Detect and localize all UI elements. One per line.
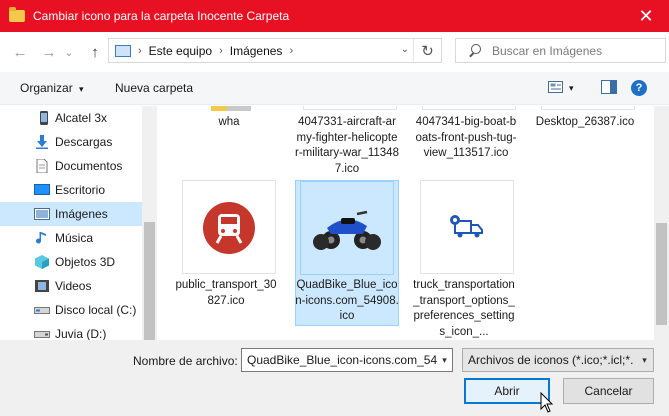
refresh-button[interactable]: ↻ (413, 39, 441, 62)
window-title: Cambiar icono para la carpeta Inocente C… (33, 9, 290, 23)
forward-button[interactable]: → (37, 40, 61, 64)
chevron-down-icon: ▾ (79, 84, 84, 94)
open-button[interactable]: Abrir (464, 378, 550, 404)
train-icon (203, 202, 255, 254)
file-list-scrollbar-thumb[interactable] (656, 223, 667, 325)
new-folder-button[interactable]: Nueva carpeta (115, 81, 193, 95)
sidebar-item-videos[interactable]: Videos (0, 274, 142, 298)
breadcrumb-separator: › (289, 44, 294, 57)
help-button[interactable]: ? (631, 80, 647, 96)
file-thumbnail (422, 106, 516, 110)
file-name: QuadBike_Blue_icon-icons.com_54908.ico (295, 279, 399, 322)
filename-dropdown-button[interactable]: ▾ (437, 349, 452, 371)
video-icon (35, 280, 49, 292)
breadcrumb-separator: › (138, 44, 142, 57)
file-thumbnail (182, 180, 276, 274)
help-icon: ? (631, 80, 647, 96)
sidebar-item-label: Juvia (D:) (55, 327, 107, 340)
sidebar-item-label: Objetos 3D (55, 255, 116, 269)
sidebar-item-escritorio[interactable]: Escritorio (0, 178, 142, 202)
sidebar-item-label: Videos (55, 279, 92, 293)
address-bar[interactable]: › Este equipo › Imágenes › ⌄ ↻ (108, 38, 442, 63)
file-name: 4047341-big-boat-boats-front-push-tug-vi… (415, 116, 517, 159)
file-item[interactable]: truck_transportation_transport_options_p… (412, 180, 516, 338)
computer-icon (115, 44, 131, 57)
file-name: 4047331-aircraft-army-fighter-helicopter… (295, 116, 399, 175)
command-bar: Organizar ▾ Nueva carpeta ▾ ? (0, 72, 669, 105)
filename-label: Nombre de archivo: (133, 354, 238, 368)
address-dropdown-button[interactable]: ⌄ (401, 44, 409, 55)
sidebar-item-label: Descargas (55, 135, 113, 149)
pictures-icon (34, 208, 50, 220)
navigation-pane: Alcatel 3x Descargas Documentos Escritor… (0, 106, 157, 340)
sidebar-item-label: Disco local (C:) (55, 303, 137, 317)
sidebar-item-documentos[interactable]: Documentos (0, 154, 142, 178)
file-item[interactable]: 4047341-big-boat-boats-front-push-tug-vi… (414, 106, 518, 178)
sidebar-scrollbar-thumb[interactable] (144, 222, 155, 340)
cancel-button[interactable]: Cancelar (563, 378, 654, 404)
breadcrumb-este-equipo[interactable]: Este equipo (149, 44, 212, 58)
organize-button[interactable]: Organizar ▾ (20, 81, 84, 95)
search-input[interactable]: Buscar en Imágenes (455, 38, 666, 63)
phone-icon (40, 111, 48, 125)
sidebar-item-label: Escritorio (55, 183, 106, 197)
download-icon (36, 135, 48, 149)
file-thumbnail (541, 106, 635, 110)
recent-locations-button[interactable]: ⌄ (62, 40, 76, 64)
truck-settings-icon (450, 215, 483, 238)
back-button[interactable]: ← (8, 40, 32, 64)
sidebar-item-objetos-3d[interactable]: Objetos 3D (0, 250, 142, 274)
file-name: public_transport_30827.ico (175, 279, 277, 307)
cube-icon (35, 255, 49, 269)
sidebar-item-imagenes[interactable]: Imágenes (0, 202, 142, 226)
file-list: wha 4047331-aircraft-army-fighter-helico… (157, 106, 654, 340)
file-name: truck_transportation_transport_options_p… (413, 279, 515, 338)
search-placeholder: Buscar en Imágenes (492, 43, 603, 58)
file-thumbnail (420, 180, 514, 274)
up-button[interactable]: ↑ (83, 40, 107, 64)
file-item[interactable]: 4047331-aircraft-army-fighter-helicopter… (295, 106, 399, 178)
close-button[interactable]: ✕ (623, 0, 669, 32)
file-thumbnail (303, 106, 397, 110)
drive-icon (34, 307, 50, 314)
folder-icon (9, 7, 25, 22)
sidebar-item-descargas[interactable]: Descargas (0, 130, 142, 154)
view-dropdown-button[interactable]: ▾ (569, 83, 574, 94)
sidebar-item-label: Música (55, 231, 94, 245)
view-icon (548, 81, 563, 93)
filetype-select[interactable]: Archivos de iconos (*.ico;*.icl;*. (462, 348, 654, 372)
sidebar-item-alcatel[interactable]: Alcatel 3x (0, 106, 142, 130)
sidebar-item-juvia[interactable]: Juvia (D:) (0, 322, 142, 340)
file-item[interactable]: public_transport_30827.ico (174, 180, 278, 330)
filename-input[interactable]: QuadBike_Blue_icon-icons.com_549 (241, 348, 453, 372)
organize-label: Organizar (20, 81, 73, 95)
file-name: wha (218, 116, 240, 128)
sidebar-item-label: Imágenes (55, 207, 108, 221)
file-thumbnail (300, 181, 394, 275)
view-options-button[interactable] (548, 80, 564, 97)
preview-pane-button[interactable] (601, 80, 617, 97)
title-bar: Cambiar icono para la carpeta Inocente C… (0, 0, 669, 32)
chevron-down-icon[interactable]: ▾ (636, 349, 653, 371)
sidebar-item-disco-local[interactable]: Disco local (C:) (0, 298, 142, 322)
desktop-icon (34, 184, 50, 195)
sidebar-item-label: Documentos (55, 159, 123, 173)
quad-bike-icon (313, 210, 381, 250)
file-item[interactable]: Desktop_26387.ico (533, 106, 637, 146)
breadcrumb-imagenes[interactable]: Imágenes (230, 44, 283, 58)
file-item[interactable]: wha (177, 106, 281, 146)
document-icon (36, 159, 48, 173)
file-name: Desktop_26387.ico (535, 116, 635, 128)
sidebar-item-label: Alcatel 3x (55, 111, 108, 125)
mouse-cursor-icon (540, 392, 554, 413)
drive-icon (34, 331, 50, 338)
breadcrumb-separator: › (219, 44, 223, 57)
sidebar-item-musica[interactable]: Música (0, 226, 142, 250)
music-icon (36, 232, 46, 244)
preview-pane-icon (601, 80, 617, 94)
file-item-selected[interactable]: QuadBike_Blue_icon-icons.com_54908.ico (295, 180, 399, 326)
folder-icon (211, 106, 227, 111)
search-icon (468, 43, 482, 58)
